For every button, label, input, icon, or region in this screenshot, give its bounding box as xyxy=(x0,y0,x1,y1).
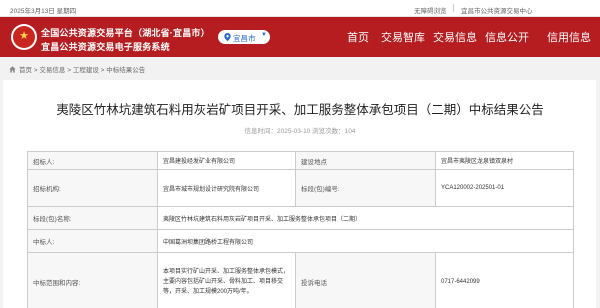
nav-home[interactable]: 首页 xyxy=(347,29,369,45)
location-pin-icon xyxy=(224,33,231,41)
breadcrumb-current: 中标结果公告 xyxy=(106,67,146,74)
label-agency: 招标机构: xyxy=(27,169,158,207)
site-header: ★ 全国公共资源交易平台（湖北省·宜昌市） 宜昌公共资源交易电子服务系统 宜昌市… xyxy=(0,17,600,57)
value-build-location: 宜昌市夷陵区龙泉镇双泉村 xyxy=(435,151,574,170)
nav-trade-think-tank[interactable]: 交易智库 xyxy=(381,29,425,45)
table-row: 标段(包)名称: 夷陵区竹林坑建筑石料用灰岩矿项目开采、加工服务整体承包项目（二… xyxy=(27,206,574,230)
accessibility-link[interactable]: 无障碍浏览 xyxy=(414,5,447,15)
table-row: 中标范围和内容: 本项目实行矿山开采、加工服务整体承包模式，主要内容包括矿山开采… xyxy=(27,252,574,308)
value-section-code: YCA120002-202501-01 xyxy=(435,169,574,207)
value-complaint-phone: 0717-6442099 xyxy=(435,252,574,308)
home-icon xyxy=(9,66,16,73)
page-title: 夷陵区竹林坑建筑石料用灰岩矿项目开采、加工服务整体承包项目（二期）中标结果公告 xyxy=(56,103,544,117)
breadcrumb-engineering[interactable]: 工程建设 xyxy=(73,67,99,74)
chevron-down-icon: ▼ xyxy=(261,32,267,38)
award-info-table: 招标人: 宜昌建投经发矿业有限公司 建设地点 宜昌市夷陵区龙泉镇双泉村 招标机构… xyxy=(27,151,574,308)
value-winner: 中国葛洲坝集团路桥工程有限公司 xyxy=(157,229,574,253)
nav-info-disclosure[interactable]: 信息公开 xyxy=(485,29,529,45)
table-row: 招标机构: 宜昌市城市规划设计研究院有限公司 标段(包)编号: YCA12000… xyxy=(27,169,574,207)
trading-center-link[interactable]: 宜昌市公共资源交易中心 xyxy=(461,5,533,15)
label-winner: 中标人: xyxy=(27,229,158,253)
top-utility-bar: 2025年3月13日 星期四 无障碍浏览 宜昌市公共资源交易中心 xyxy=(0,0,600,17)
nav-credit-info[interactable]: 信用信息 xyxy=(547,29,591,45)
label-scope: 中标范围和内容: xyxy=(27,252,158,308)
nav-trade-info[interactable]: 交易信息 xyxy=(433,29,477,45)
site-title-line2: 宜昌公共资源交易电子服务系统 xyxy=(41,42,170,52)
value-scope: 本项目实行矿山开采、加工服务整体承包模式，主要内容包括矿山开采、骨料加工、项目移… xyxy=(157,252,296,308)
city-label: 宜昌市 xyxy=(233,34,256,43)
breadcrumb: 首页 > 交易信息 > 工程建设 > 中标结果公告 xyxy=(9,64,145,74)
publish-meta: 信息时间：2025-03-10 浏览次数：104 xyxy=(244,128,356,135)
label-build-location: 建设地点 xyxy=(295,151,436,170)
label-section-name: 标段(包)名称: xyxy=(27,206,158,230)
label-complaint-phone: 投诉电话 xyxy=(295,252,436,308)
breadcrumb-trade-info[interactable]: 交易信息 xyxy=(39,67,65,74)
breadcrumb-separator: > xyxy=(65,67,73,74)
site-title-line1: 全国公共资源交易平台（湖北省·宜昌市） xyxy=(41,28,210,38)
label-section-code: 标段(包)编号: xyxy=(295,169,436,207)
current-date: 2025年3月13日 星期四 xyxy=(10,8,77,15)
top-separator xyxy=(453,4,454,12)
value-tenderer: 宜昌建投经发矿业有限公司 xyxy=(157,151,296,170)
value-agency: 宜昌市城市规划设计研究院有限公司 xyxy=(157,169,296,207)
table-row: 招标人: 宜昌建投经发矿业有限公司 建设地点 宜昌市夷陵区龙泉镇双泉村 xyxy=(27,151,574,170)
label-tenderer: 招标人: xyxy=(27,151,158,170)
city-selector[interactable]: 宜昌市 ▼ xyxy=(218,30,270,44)
emblem-logo-icon: ★ xyxy=(11,24,37,50)
breadcrumb-home[interactable]: 首页 xyxy=(19,67,32,74)
table-row: 中标人: 中国葛洲坝集团路桥工程有限公司 xyxy=(27,229,574,253)
value-section-name: 夷陵区竹林坑建筑石料用灰岩矿项目开采、加工服务整体承包项目（二期） xyxy=(157,206,574,230)
